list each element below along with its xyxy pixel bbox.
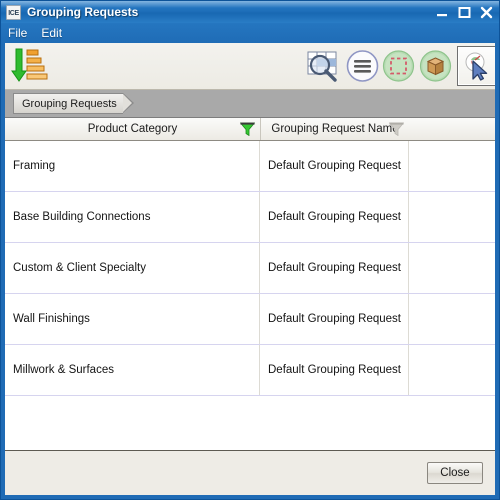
menu-item-edit[interactable]: Edit	[41, 26, 62, 40]
table-row[interactable]: Millwork & Surfaces Default Grouping Req…	[5, 345, 495, 396]
table-row[interactable]: Framing Default Grouping Request	[5, 141, 495, 192]
breadcrumb-label: Grouping Requests	[22, 97, 117, 110]
sort-descending-icon[interactable]	[9, 47, 49, 90]
cell-product-category[interactable]: Millwork & Surfaces	[5, 345, 260, 395]
menu-item-file[interactable]: File	[8, 26, 27, 40]
minimize-icon[interactable]	[436, 6, 449, 19]
title-bar: ICE Grouping Requests	[1, 1, 499, 23]
grid-header-row: Product Category Grouping Request Name	[5, 118, 495, 141]
grid-body: Framing Default Grouping Request Base Bu…	[5, 141, 495, 450]
cell-grouping-request-name[interactable]: Default Grouping Request	[260, 345, 409, 395]
footer-bar: Close	[5, 451, 495, 495]
close-icon[interactable]	[480, 6, 493, 19]
cell-product-category[interactable]: Framing	[5, 141, 260, 191]
breadcrumb-bar: Grouping Requests	[5, 90, 495, 118]
column-header-label: Product Category	[87, 123, 178, 135]
list-menu-icon[interactable]	[346, 47, 379, 90]
cell-product-category[interactable]: Custom & Client Specialty	[5, 243, 260, 293]
column-header-grouping-request-name[interactable]: Grouping Request Name	[260, 118, 409, 140]
maximize-icon[interactable]	[458, 6, 471, 19]
column-header-product-category[interactable]: Product Category	[5, 118, 260, 140]
application-window: ICE Grouping Requests File Edit Grouping…	[0, 0, 500, 500]
table-row[interactable]: Wall Finishings Default Grouping Request	[5, 294, 495, 345]
window-controls	[436, 1, 493, 23]
breadcrumb-grouping-requests[interactable]: Grouping Requests	[13, 93, 134, 114]
window-title: Grouping Requests	[27, 5, 139, 19]
filter-funnel-icon-active[interactable]	[239, 122, 256, 137]
menu-bar: File Edit	[1, 23, 499, 43]
filter-funnel-icon-inactive[interactable]	[388, 122, 405, 137]
cell-grouping-request-name[interactable]: Default Grouping Request	[260, 141, 409, 191]
client-area: Grouping Requests Product Category Group…	[5, 43, 495, 495]
cell-product-category[interactable]: Base Building Connections	[5, 192, 260, 242]
column-header-label: Grouping Request Name	[271, 123, 399, 135]
data-grid: Product Category Grouping Request Name F…	[5, 118, 495, 451]
cell-grouping-request-name[interactable]: Default Grouping Request	[260, 294, 409, 344]
model-box-icon[interactable]	[418, 47, 453, 90]
table-row[interactable]: Custom & Client Specialty Default Groupi…	[5, 243, 495, 294]
table-row[interactable]: Base Building Connections Default Groupi…	[5, 192, 495, 243]
toolbar	[5, 43, 495, 90]
pick-cursor-icon[interactable]	[457, 46, 495, 86]
cell-product-category[interactable]: Wall Finishings	[5, 294, 260, 344]
cell-grouping-request-name[interactable]: Default Grouping Request	[260, 243, 409, 293]
app-icon: ICE	[6, 4, 21, 20]
close-button[interactable]: Close	[427, 462, 483, 484]
zoom-table-icon[interactable]	[304, 47, 342, 90]
selection-box-icon[interactable]	[381, 47, 416, 90]
cell-grouping-request-name[interactable]: Default Grouping Request	[260, 192, 409, 242]
